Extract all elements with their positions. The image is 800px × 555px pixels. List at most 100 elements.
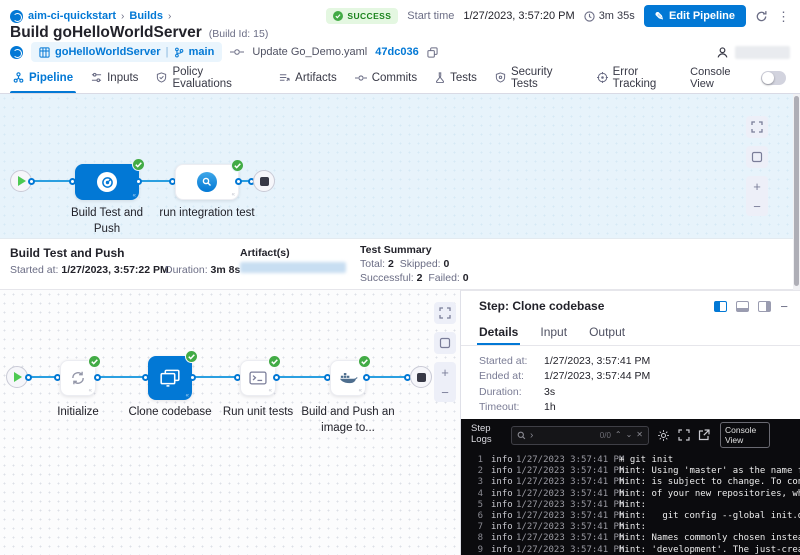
breadcrumb-builds[interactable]: Builds <box>129 10 163 22</box>
success-check-icon <box>231 159 244 172</box>
log-level: info <box>491 500 513 510</box>
commit-sha-link[interactable]: 47dc036 <box>375 46 418 58</box>
tab-inputs[interactable]: Inputs <box>82 62 147 93</box>
log-level: info <box>491 489 513 499</box>
successful-value: 2 <box>417 272 423 284</box>
zoom-controls: + − <box>746 176 768 216</box>
pill-divider: | <box>166 46 169 58</box>
log-search-input[interactable]: › 0/0 ⌃ ⌄ ✕ <box>511 426 649 445</box>
log-line-number: 9 <box>469 545 483 555</box>
log-line-number: 5 <box>469 500 483 510</box>
stage-end-node <box>410 366 432 388</box>
repository-icon <box>39 47 50 58</box>
search-prev-icon[interactable]: ⌃ <box>615 431 622 439</box>
layout-bottom-panel-icon[interactable] <box>736 301 749 312</box>
clone-codebase-icon <box>160 369 180 387</box>
page-title: Build goHelloWorldServer <box>10 24 202 42</box>
field-label: Timeout: <box>479 401 544 413</box>
artifact-link-redacted[interactable] <box>240 262 346 273</box>
log-lines[interactable]: 1info1/27/2023 3:57:41 PM+ git init 2inf… <box>461 455 800 555</box>
fullscreen-button[interactable] <box>746 116 768 138</box>
repo-branch-pill[interactable]: goHelloWorldServer | main <box>31 42 222 62</box>
copy-icon[interactable] <box>427 47 438 58</box>
log-timestamp: 1/27/2023 3:57:41 PM <box>516 511 624 521</box>
tab-security-tests[interactable]: Security Tests <box>486 62 588 93</box>
skipped-value: 0 <box>444 258 450 270</box>
tab-pipeline[interactable]: Pipeline <box>4 62 82 93</box>
log-line-number: 8 <box>469 533 483 543</box>
step-node-initialize[interactable]: « <box>60 360 96 396</box>
zoom-in-button[interactable]: + <box>746 176 768 196</box>
initialize-sync-icon <box>70 370 86 386</box>
log-line: 1info1/27/2023 3:57:41 PM+ git init <box>461 455 800 466</box>
field-label: Started at: <box>479 355 544 367</box>
field-label: Ended at: <box>479 370 544 382</box>
page-header: aim-ci-quickstart › Builds › SUCCESS Sta… <box>0 0 800 62</box>
zoom-in-button[interactable]: + <box>434 362 456 382</box>
fullscreen-button[interactable] <box>434 302 456 324</box>
layout-minimized-panel-icon[interactable] <box>758 301 771 312</box>
stage-node-run-integration-test[interactable]: « <box>175 164 239 200</box>
breadcrumb-project[interactable]: aim-ci-quickstart <box>28 10 116 22</box>
tab-input[interactable]: Input <box>540 321 567 345</box>
search-close-icon[interactable]: ✕ <box>636 431 643 439</box>
console-view-toggle[interactable] <box>761 71 786 85</box>
zoom-out-button[interactable]: − <box>746 196 768 216</box>
field-row: Duration:3s <box>479 384 790 400</box>
log-timestamp: 1/27/2023 3:57:41 PM <box>516 545 624 555</box>
log-settings-gear-icon[interactable] <box>657 429 670 442</box>
console-view-button[interactable]: Console View <box>720 422 770 448</box>
tab-commits[interactable]: Commits <box>346 62 426 93</box>
minimize-panel-icon[interactable]: − <box>780 300 788 313</box>
tab-error-tracking[interactable]: Error Tracking <box>588 62 691 93</box>
status-badge-label: SUCCESS <box>347 11 391 21</box>
step-node-build-and-push[interactable]: « <box>330 360 366 396</box>
log-level: info <box>491 533 513 543</box>
log-line: 3info1/27/2023 3:57:41 PMhint: is subjec… <box>461 477 800 488</box>
zoom-out-button[interactable]: − <box>434 382 456 402</box>
fullscreen-icon <box>751 121 763 133</box>
tab-tests[interactable]: Tests <box>426 62 486 93</box>
node-corner-glyph: « <box>359 388 362 394</box>
kebab-icon: ⋮ <box>777 9 790 24</box>
node-corner-glyph: « <box>133 193 136 199</box>
layout-right-panel-icon[interactable] <box>714 301 727 312</box>
edge-dot <box>25 374 32 381</box>
log-line-number: 1 <box>469 455 483 465</box>
log-message: + git init <box>619 455 800 465</box>
docker-icon <box>339 371 358 385</box>
log-timestamp: 1/27/2023 3:57:41 PM <box>516 533 624 543</box>
successful-label: Successful: <box>360 272 414 284</box>
field-row: Ended at:1/27/2023, 3:57:44 PM <box>479 369 790 385</box>
step-graph-canvas[interactable]: « « « « Initialize Clone codebase Run un… <box>0 290 460 555</box>
edit-pipeline-button[interactable]: ✎ Edit Pipeline <box>644 5 746 27</box>
edge-dot <box>363 374 370 381</box>
ci-stage-icon <box>97 172 117 192</box>
scrollbar-thumb[interactable] <box>794 96 799 286</box>
fit-to-view-button[interactable] <box>434 332 456 354</box>
artifacts-label: Artifact(s) <box>240 247 290 259</box>
more-options-button[interactable]: ⋮ <box>777 10 790 23</box>
step-node-clone-codebase[interactable]: « <box>148 356 192 400</box>
search-next-icon[interactable]: ⌄ <box>626 431 633 439</box>
log-timestamp: 1/27/2023 3:57:41 PM <box>516 455 624 465</box>
started-at-label: Started at: <box>10 264 58 276</box>
step-node-run-unit-tests[interactable]: « <box>240 360 276 396</box>
stage-summary-band: Build Test and Push Started at: 1/27/202… <box>0 238 800 290</box>
vertical-scrollbar[interactable] <box>793 94 800 290</box>
tab-output[interactable]: Output <box>589 321 625 345</box>
stage-node-build-test-and-push[interactable]: « <box>75 164 139 200</box>
tab-details[interactable]: Details <box>479 321 518 345</box>
log-line: 2info1/27/2023 3:57:41 PMhint: Using 'ma… <box>461 466 800 477</box>
refresh-button[interactable] <box>755 10 768 23</box>
open-in-new-icon[interactable] <box>698 429 710 441</box>
zoom-controls: + − <box>434 362 456 402</box>
fit-to-view-button[interactable] <box>746 146 768 168</box>
log-fullscreen-icon[interactable] <box>678 429 690 441</box>
edge-dot <box>135 178 142 185</box>
node-corner-glyph: « <box>89 388 92 394</box>
success-check-icon <box>185 350 198 363</box>
tab-artifacts[interactable]: Artifacts <box>270 62 346 93</box>
tab-policy-evaluations[interactable]: Policy Evaluations <box>147 62 270 93</box>
stage-graph-canvas[interactable]: « « Build Test and Push run integration … <box>0 94 800 238</box>
